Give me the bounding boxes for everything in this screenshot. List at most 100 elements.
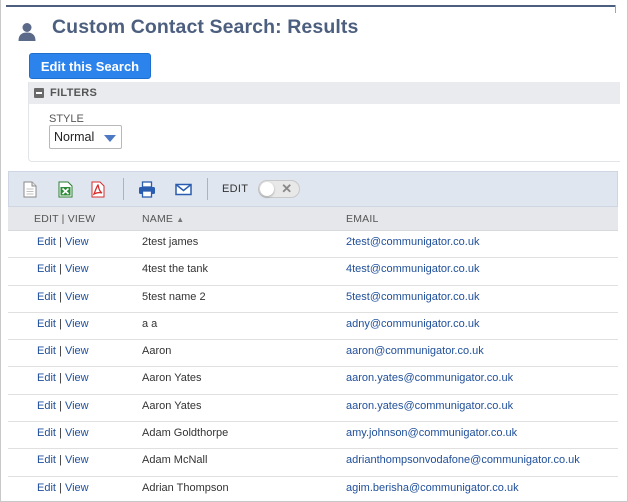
toolbar-separator [123,178,124,200]
contact-name: Aaron [142,345,172,358]
row-edit-view-links: Edit | View [37,345,89,357]
view-link[interactable]: View [65,345,89,357]
contact-name: Aaron Yates [142,399,202,412]
chevron-down-icon [104,135,116,142]
table-row: Edit | View Aaron Yates aaron.yates@commun… [8,367,618,395]
contact-email-link[interactable]: 4test@communigator.co.uk [346,263,479,275]
contact-email-link[interactable]: aaron.yates@communigator.co.uk [346,400,513,412]
table-row: Edit | View Adam Goldthorpe amy.johnson@co… [8,422,618,450]
row-edit-view-links: Edit | View [37,454,89,466]
column-header-name[interactable]: NAME ▲ [142,213,184,225]
top-rule [6,5,616,7]
excel-icon[interactable] [54,178,76,200]
print-icon[interactable] [136,178,158,200]
toggle-off-x-icon: ✕ [281,181,293,196]
table-row: Edit | View 2test james 2test@communigator… [8,231,618,259]
contact-email-link[interactable]: aaron@communigator.co.uk [346,345,484,357]
view-link[interactable]: View [65,454,89,466]
edit-link[interactable]: Edit [37,263,56,275]
toolbar-separator [207,178,208,200]
contact-email-link[interactable]: 2test@communigator.co.uk [346,236,479,248]
table-row: Edit | View 5test name 2 5test@communigato… [8,286,618,313]
link-separator: | [55,427,65,440]
edit-link[interactable]: Edit [37,318,56,330]
table-header: EDIT | VIEW NAME ▲ EMAIL [8,207,618,231]
edit-link[interactable]: Edit [37,291,56,303]
edit-link[interactable]: Edit [37,236,56,248]
row-edit-view-links: Edit | View [37,263,89,275]
link-separator: | [55,290,65,303]
page-title: Custom Contact Search: Results [52,16,359,38]
column-header-email[interactable]: EMAIL [346,213,379,225]
row-edit-view-links: Edit | View [37,372,89,384]
link-separator: | [55,317,65,330]
link-separator: | [55,236,65,248]
view-link[interactable]: View [65,236,89,248]
results-table-body: Edit | View 2test james 2test@communigator… [8,231,618,502]
view-link[interactable]: View [65,372,89,384]
view-link[interactable]: View [65,291,89,303]
table-row: Edit | View Adrian Thompson agim.berisha@c… [8,477,618,502]
edit-link[interactable]: Edit [37,400,56,412]
top-rule-tick [610,5,616,13]
filters-panel: FILTERS STYLE Normal [28,82,620,162]
edit-toggle-label: EDIT [222,183,249,195]
edit-link[interactable]: Edit [37,482,56,494]
link-separator: | [55,263,65,276]
link-separator: | [55,345,65,358]
table-row: Edit | View a a adny@communigator.co.uk [8,313,618,341]
contact-person-icon [18,22,36,42]
contact-name: Adrian Thompson [142,481,229,494]
column-header-name-label: NAME [142,213,174,225]
edit-search-button[interactable]: Edit this Search [29,53,151,79]
table-row: Edit | View Aaron aaron@communigator.co.uk [8,340,618,368]
view-link[interactable]: View [65,400,89,412]
row-edit-view-links: Edit | View [37,236,89,248]
row-edit-view-links: Edit | View [37,482,89,494]
contact-name: a a [142,317,158,330]
contact-email-link[interactable]: aaron.yates@communigator.co.uk [346,372,513,384]
contact-name: Aaron Yates [142,372,202,385]
contact-email-link[interactable]: adrianthompsonvodafone@communigator.co.u… [346,454,580,466]
link-separator: | [55,399,65,412]
document-icon[interactable] [19,178,41,200]
link-separator: | [55,372,65,385]
sort-ascending-icon: ▲ [176,215,185,224]
edit-link[interactable]: Edit [37,454,56,466]
results-toolbar: EDIT ✕ [8,171,618,207]
view-link[interactable]: View [65,318,89,330]
link-separator: | [55,454,65,467]
table-row: Edit | View 4test the tank 4test@communiga… [8,258,618,286]
contact-name: 5test name 2 [142,290,206,303]
email-icon[interactable] [172,178,194,200]
filters-title: FILTERS [50,87,98,99]
contact-email-link[interactable]: amy.johnson@communigator.co.uk [346,427,517,439]
table-row: Edit | View Aaron Yates aaron.yates@commun… [8,395,618,423]
table-row: Edit | View Adam McNall adrianthompsonvoda… [8,449,618,477]
contact-name: Adam McNall [142,454,208,467]
collapse-minus-icon[interactable] [34,88,44,98]
contact-name: 4test the tank [142,263,209,276]
style-dropdown-value: Normal [54,130,95,144]
contact-email-link[interactable]: agim.berisha@communigator.co.uk [346,482,519,494]
row-edit-view-links: Edit | View [37,400,89,412]
edit-link[interactable]: Edit [37,345,56,357]
style-dropdown[interactable]: Normal [49,125,122,149]
contact-email-link[interactable]: adny@communigator.co.uk [346,318,479,330]
row-edit-view-links: Edit | View [37,318,89,330]
edit-toggle[interactable]: ✕ [258,180,301,198]
view-link[interactable]: View [65,482,89,494]
view-link[interactable]: View [65,263,89,275]
filters-header[interactable]: FILTERS [29,82,620,104]
style-label: STYLE [49,113,84,125]
pdf-icon[interactable] [87,178,109,200]
view-link[interactable]: View [65,427,89,439]
toggle-knob [260,182,275,196]
link-separator: | [55,481,65,494]
column-header-edit-view: EDIT | VIEW [34,213,96,225]
row-edit-view-links: Edit | View [37,427,89,439]
contact-name: 2test james [142,236,199,248]
edit-link[interactable]: Edit [37,372,56,384]
edit-link[interactable]: Edit [37,427,56,439]
contact-email-link[interactable]: 5test@communigator.co.uk [346,291,479,303]
